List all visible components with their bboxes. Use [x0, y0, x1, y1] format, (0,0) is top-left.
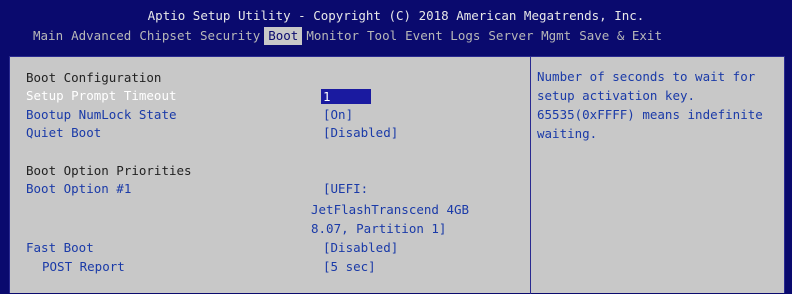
quiet-boot-value[interactable]: [Disabled] — [323, 125, 398, 141]
menu-tab-server-mgmt[interactable]: Server Mgmt — [484, 27, 575, 45]
menu-tab-boot[interactable]: Boot — [264, 27, 303, 45]
bios-title: Aptio Setup Utility - Copyright (C) 2018… — [147, 8, 645, 23]
boot-option-1-value-line-2[interactable]: JetFlashTranscend 4GB — [311, 202, 469, 218]
settings-panel: Boot Configuration Setup Prompt Timeout … — [9, 56, 785, 294]
menu-tab-chipset[interactable]: Chipset — [135, 27, 196, 45]
top-menu: Main Advanced Chipset Security Boot Moni… — [29, 27, 666, 45]
menu-tab-main[interactable]: Main — [29, 27, 67, 45]
post-report-value[interactable]: [5 sec] — [323, 259, 376, 275]
post-report-label[interactable]: POST Report — [42, 259, 125, 275]
boot-option-priorities-heading: Boot Option Priorities — [26, 163, 192, 178]
bootup-numlock-state-label[interactable]: Bootup NumLock State — [26, 107, 177, 123]
bios-screen: Aptio Setup Utility - Copyright (C) 2018… — [0, 0, 792, 294]
menu-tab-monitor[interactable]: Monitor — [302, 27, 363, 45]
setup-prompt-timeout-label[interactable]: Setup Prompt Timeout — [26, 88, 177, 104]
help-line-4: waiting. — [537, 126, 598, 141]
help-divider — [530, 57, 531, 294]
boot-option-1-value-line-1[interactable]: [UEFI: — [323, 181, 368, 197]
boot-option-1-value-line-3[interactable]: 8.07, Partition 1] — [311, 221, 446, 237]
boot-configuration-heading: Boot Configuration — [26, 70, 162, 85]
help-line-2: setup activation key. — [537, 88, 696, 103]
help-line-1: Number of seconds to wait for — [537, 69, 756, 84]
setup-prompt-timeout-field[interactable]: 1 — [321, 89, 371, 104]
menu-tab-tool[interactable]: Tool — [363, 27, 401, 45]
bios-header: Aptio Setup Utility - Copyright (C) 2018… — [0, 0, 792, 48]
help-line-3: 65535(0xFFFF) means indefinite — [537, 107, 763, 122]
boot-option-1-label[interactable]: Boot Option #1 — [26, 181, 131, 197]
menu-tab-security[interactable]: Security — [196, 27, 264, 45]
menu-tab-advanced[interactable]: Advanced — [67, 27, 135, 45]
quiet-boot-label[interactable]: Quiet Boot — [26, 125, 101, 141]
menu-tab-save-exit[interactable]: Save & Exit — [575, 27, 666, 45]
fast-boot-value[interactable]: [Disabled] — [323, 240, 398, 256]
fast-boot-label[interactable]: Fast Boot — [26, 240, 94, 256]
bootup-numlock-state-value[interactable]: [On] — [323, 107, 353, 123]
menu-tab-event-logs[interactable]: Event Logs — [401, 27, 484, 45]
